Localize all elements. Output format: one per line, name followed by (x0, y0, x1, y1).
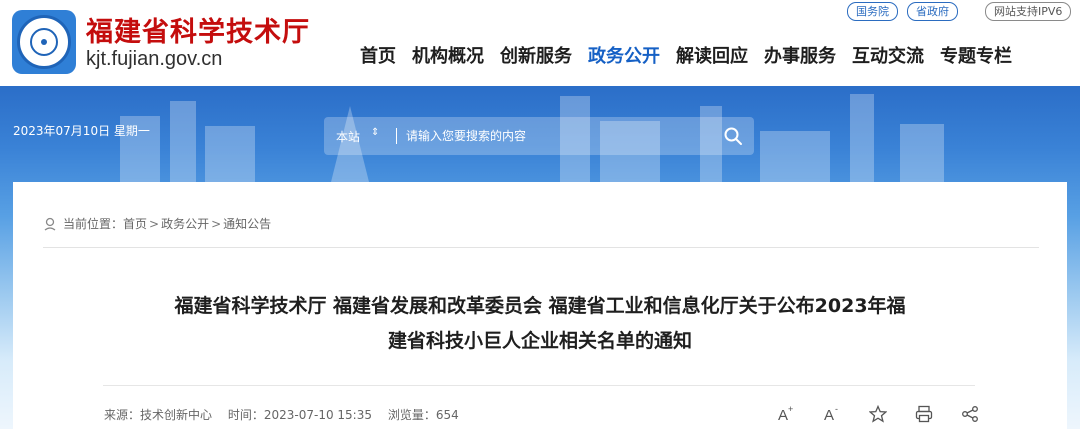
nav-item-organization[interactable]: 机构概况 (412, 42, 484, 68)
logo-dot (41, 39, 47, 45)
scope-toggle-icon[interactable]: ⇕ (371, 127, 379, 138)
breadcrumb: 当前位置： 首页 > 政务公开 > 通知公告 (43, 215, 271, 232)
nav-item-innovation-services[interactable]: 创新服务 (500, 42, 572, 68)
article-title-line-1: 福建省科学技术厅 福建省发展和改革委员会 福建省工业和信息化厅关于公布2023年… (174, 295, 906, 317)
article-card: 当前位置： 首页 > 政务公开 > 通知公告 福建省科学技术厅 福建省发展和改革… (13, 182, 1067, 429)
nav-item-government-affairs[interactable]: 政务公开 (588, 42, 660, 68)
font-decrease-icon[interactable]: A- (819, 401, 845, 427)
logo-ring (17, 15, 71, 69)
breadcrumb-separator: > (149, 216, 160, 231)
breadcrumb-home[interactable]: 首页 (123, 215, 147, 232)
breadcrumb-label: 当前位置： (63, 217, 124, 231)
article-source: 来源：技术创新中心 (104, 408, 213, 422)
print-icon[interactable] (911, 401, 937, 427)
search-divider (396, 128, 397, 144)
state-council-link[interactable]: 国务院 (847, 2, 898, 21)
search-bar: 本站 ⇕ (324, 117, 754, 155)
nav-item-interaction[interactable]: 互动交流 (852, 42, 924, 68)
site-header: 福建省科学技术厅 kjt.fujian.gov.cn 国务院 省政府 网站支持I… (0, 0, 1080, 86)
svg-text:A: A (824, 407, 834, 423)
svg-text:-: - (835, 405, 838, 414)
breadcrumb-separator: > (211, 216, 222, 231)
breadcrumb-notices[interactable]: 通知公告 (223, 215, 271, 232)
article-title-line-2: 建省科技小巨人企业相关名单的通知 (387, 330, 692, 352)
site-domain: kjt.fujian.gov.cn (86, 48, 223, 70)
provincial-government-link[interactable]: 省政府 (907, 2, 958, 21)
article-title: 福建省科学技术厅 福建省发展和改革委员会 福建省工业和信息化厅关于公布2023年… (13, 289, 1067, 359)
nav-item-home[interactable]: 首页 (360, 42, 396, 68)
search-scope-select[interactable]: 本站 (336, 128, 360, 145)
current-date: 2023年07月10日 星期一 (13, 124, 150, 138)
site-logo-emblem[interactable] (12, 10, 76, 74)
main-nav: 首页 机构概况 创新服务 政务公开 解读回应 办事服务 互动交流 专题专栏 (360, 42, 1028, 68)
svg-text:A: A (778, 407, 788, 423)
ipv6-badge: 网站支持IPV6 (985, 2, 1072, 21)
favorite-star-icon[interactable] (865, 401, 891, 427)
search-input[interactable] (406, 125, 706, 147)
nav-item-special-topics[interactable]: 专题专栏 (940, 42, 1012, 68)
site-name[interactable]: 福建省科学技术厅 (86, 10, 310, 49)
font-increase-icon[interactable]: A + (773, 401, 799, 427)
share-icon[interactable] (957, 401, 983, 427)
location-pin-icon (44, 217, 56, 231)
article-views: 浏览量：654 (387, 408, 459, 422)
logo-core (30, 28, 58, 56)
breadcrumb-divider (43, 247, 1039, 248)
nav-item-services[interactable]: 办事服务 (764, 42, 836, 68)
article-time: 时间：2023-07-10 15:35 (227, 408, 372, 422)
svg-text:+: + (788, 405, 793, 414)
article-tools: A + A- (773, 401, 1003, 427)
article-meta: 来源：技术创新中心 时间：2023-07-10 15:35 浏览量：654 (104, 406, 471, 423)
search-icon[interactable] (723, 126, 743, 146)
breadcrumb-government-affairs[interactable]: 政务公开 (161, 215, 209, 232)
nav-item-interpretation[interactable]: 解读回应 (676, 42, 748, 68)
meta-divider (103, 385, 975, 386)
